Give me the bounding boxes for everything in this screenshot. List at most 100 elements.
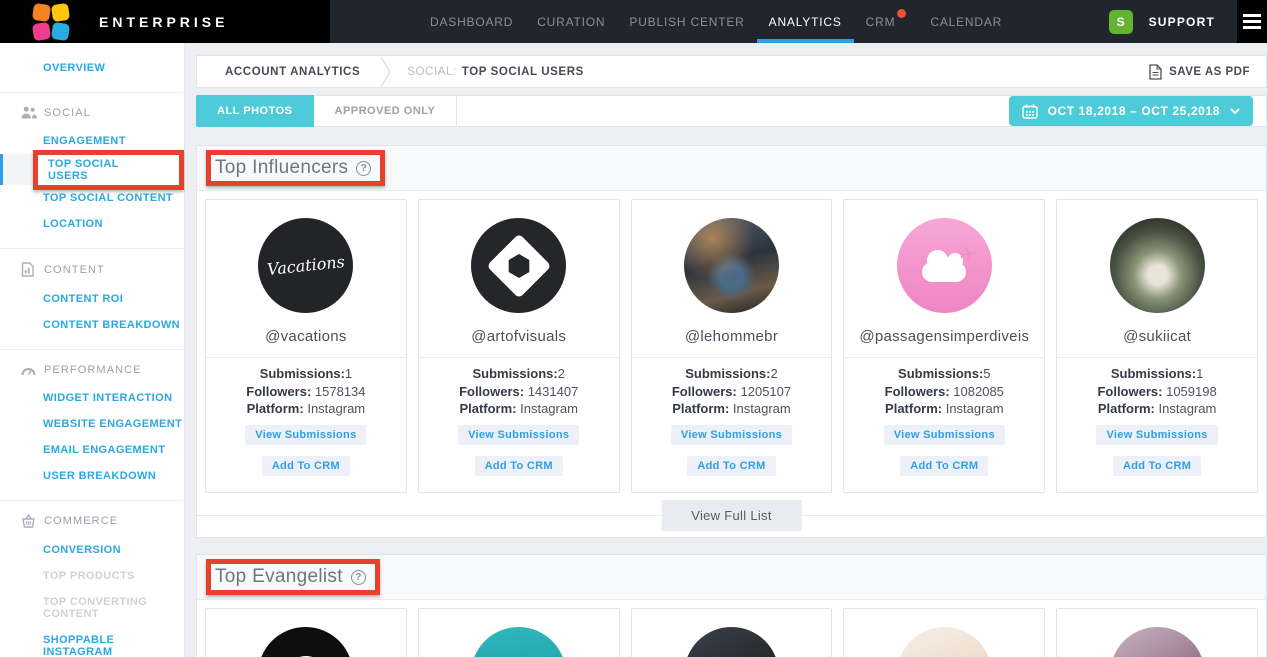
evangelist-cards-row [197,600,1266,657]
platform-stat: Platform: Instagram [632,400,832,418]
sidebar-item-top-products: TOP PRODUCTS [0,563,184,589]
annotation-highlight: TOP SOCIAL USERS [33,150,184,190]
sidebar-item-content-breakdown[interactable]: CONTENT BREAKDOWN [0,312,184,338]
evangelist-card [843,608,1045,657]
submissions-stat: Submissions:5 [844,365,1044,383]
sidebar-item-user-breakdown[interactable]: USER BREAKDOWN [0,463,184,489]
influencer-card: @sukiicat Submissions:1 Followers: 10591… [1056,199,1258,493]
top-influencers-header: Top Influencers ? [197,146,1266,191]
influencer-handle: @passagensimperdiveis [844,328,1044,345]
view-submissions-button[interactable]: View Submissions [245,425,366,445]
calendar-icon [1022,104,1038,119]
influencer-card: @artofvisuals Submissions:2 Followers: 1… [418,199,620,493]
nav-dashboard[interactable]: DASHBOARD [418,0,525,43]
sidebar-item-email-engagement[interactable]: EMAIL ENGAGEMENT [0,437,184,463]
people-icon [21,106,37,119]
nav-curation[interactable]: CURATION [525,0,617,43]
add-to-crm-button[interactable]: Add To CRM [475,456,563,476]
top-evangelist-panel: Top Evangelist ? [196,554,1267,657]
submissions-stat: Submissions:1 [1057,365,1257,383]
support-link[interactable]: SUPPORT [1149,15,1215,29]
add-to-crm-button[interactable]: Add To CRM [262,456,350,476]
purple-hair-avatar [1110,627,1205,657]
brand-name: ENTERPRISE [99,14,228,30]
view-submissions-button[interactable]: View Submissions [671,425,792,445]
influencer-handle: @artofvisuals [419,328,619,345]
influencer-card: ✈ @passagensimperdiveis Submissions:5 Fo… [843,199,1045,493]
nav-crm[interactable]: CRM [854,0,919,43]
sidebar-item-conversion[interactable]: CONVERSION [0,537,184,563]
top-influencers-panel: Top Influencers ? Vacations @vacations S… [196,145,1267,538]
date-range-label: OCT 18,2018 – OCT 25,2018 [1048,104,1220,118]
hamburger-menu-icon[interactable] [1237,0,1267,43]
beach-avatar [471,627,566,657]
top-nav: DASHBOARD CURATION PUBLISH CENTER ANALYT… [418,0,1014,43]
influencer-cards-row: Vacations @vacations Submissions:1 Follo… [197,191,1266,493]
evangelist-card [205,608,407,657]
brand[interactable]: ENTERPRISE [0,0,330,43]
car-street-avatar [684,218,779,313]
sidebar-divider [0,248,184,249]
sidebar-item-shoppable-instagram[interactable]: SHOPPABLE INSTAGRAM [0,627,184,657]
influencer-handle: @vacations [206,328,406,345]
add-to-crm-button[interactable]: Add To CRM [1113,456,1201,476]
breadcrumb-root[interactable]: ACCOUNT ANALYTICS [225,66,360,78]
document-icon [21,262,37,277]
sidebar-section-content: CONTENT [0,252,184,286]
influencer-stats: Submissions:1 Followers: 1578134 Platfor… [206,358,406,418]
record-avatar [258,627,353,657]
section-title: Top Evangelist [215,566,343,588]
tab-approved-only[interactable]: APPROVED ONLY [314,95,458,127]
tab-all-photos[interactable]: ALL PHOTOS [196,95,314,127]
influencer-stats: Submissions:2 Followers: 1205107 Platfor… [632,358,832,418]
view-submissions-button[interactable]: View Submissions [1096,425,1217,445]
help-icon[interactable]: ? [351,570,366,585]
add-to-crm-button[interactable]: Add To CRM [900,456,988,476]
help-icon[interactable]: ? [356,161,371,176]
sidebar-item-location[interactable]: LOCATION [0,211,184,237]
submissions-stat: Submissions:2 [632,365,832,383]
sidebar-divider [0,349,184,350]
app-root: ENTERPRISE DASHBOARD CURATION PUBLISH CE… [0,0,1267,657]
date-range-picker[interactable]: OCT 18,2018 – OCT 25,2018 [1009,96,1253,126]
sidebar-item-top-converting-content: TOP CONVERTING CONTENT [0,589,184,627]
sidebar-item-overview[interactable]: OVERVIEW [0,55,184,81]
followers-stat: Followers: 1082085 [844,383,1044,401]
notification-dot [897,9,906,18]
view-submissions-button[interactable]: View Submissions [884,425,1005,445]
basket-icon [21,514,37,528]
influencer-stats: Submissions:1 Followers: 1059198 Platfor… [1057,358,1257,418]
add-to-crm-button[interactable]: Add To CRM [687,456,775,476]
sidebar-item-widget-interaction[interactable]: WIDGET INTERACTION [0,385,184,411]
save-as-pdf-button[interactable]: SAVE AS PDF [1149,64,1250,80]
sidebar-section-label: PERFORMANCE [44,364,142,376]
breadcrumb: ACCOUNT ANALYTICS SOCIAL: TOP SOCIAL USE… [196,55,1267,88]
vacations-avatar: Vacations [258,218,353,313]
evangelist-card [1056,608,1258,657]
top-evangelist-header: Top Evangelist ? [197,555,1266,600]
brand-logo-icon [33,4,69,40]
influencer-stats: Submissions:5 Followers: 1082085 Platfor… [844,358,1044,418]
sidebar-item-content-roi[interactable]: CONTENT ROI [0,286,184,312]
breadcrumb-current: TOP SOCIAL USERS [462,66,584,78]
nav-calendar[interactable]: CALENDAR [918,0,1014,43]
nav-publish-center[interactable]: PUBLISH CENTER [617,0,756,43]
influencer-stats: Submissions:2 Followers: 1431407 Platfor… [419,358,619,418]
influencer-handle: @sukiicat [1057,328,1257,345]
followers-stat: Followers: 1431407 [419,383,619,401]
main-content: ACCOUNT ANALYTICS SOCIAL: TOP SOCIAL USE… [185,43,1267,657]
submissions-stat: Submissions:2 [419,365,619,383]
followers-stat: Followers: 1059198 [1057,383,1257,401]
platform-stat: Platform: Instagram [1057,400,1257,418]
annotation-highlight: Top Influencers ? [206,150,385,186]
sidebar-divider [0,92,184,93]
nav-analytics[interactable]: ANALYTICS [757,0,854,43]
view-submissions-button[interactable]: View Submissions [458,425,579,445]
view-full-list-button[interactable]: View Full List [661,500,802,531]
influencer-card: @lehommebr Submissions:2 Followers: 1205… [631,199,833,493]
sidebar-item-top-social-users[interactable]: TOP SOCIAL USERS [0,154,184,185]
user-avatar[interactable]: S [1109,10,1133,34]
pdf-file-icon [1149,64,1162,80]
sidebar-item-website-engagement[interactable]: WEBSITE ENGAGEMENT [0,411,184,437]
topbar: ENTERPRISE DASHBOARD CURATION PUBLISH CE… [0,0,1267,43]
